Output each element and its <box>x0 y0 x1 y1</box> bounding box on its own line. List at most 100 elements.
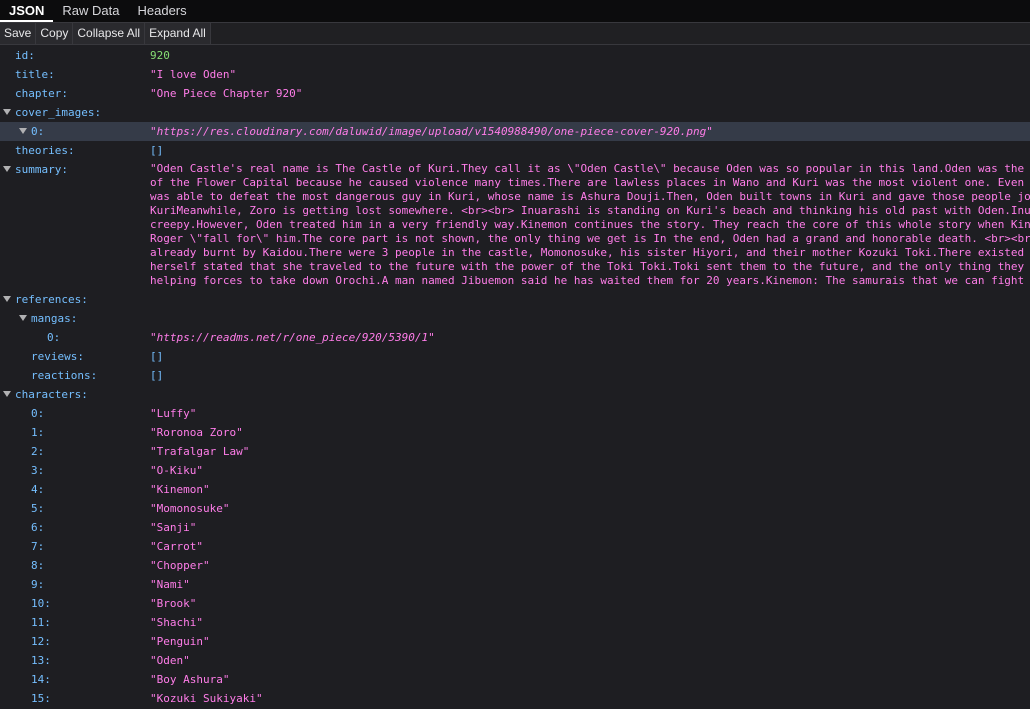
json-key: 0: <box>31 407 45 420</box>
json-key: 5: <box>31 502 45 515</box>
json-row-character[interactable]: 2: "Trafalgar Law" <box>0 442 1030 461</box>
json-key: 0: <box>31 125 45 138</box>
json-key: characters: <box>15 388 88 401</box>
json-value: "https://readms.net/r/one_piece/920/5390… <box>150 331 435 344</box>
json-row-reactions[interactable]: reactions: [] <box>0 366 1030 385</box>
summary-text-line: was able to defeat the most dangerous gu… <box>150 190 1030 203</box>
json-row-characters[interactable]: characters: <box>0 385 1030 404</box>
json-key: 11: <box>31 616 51 629</box>
json-row-character[interactable]: 12: "Penguin" <box>0 632 1030 651</box>
json-row-character[interactable]: 7: "Carrot" <box>0 537 1030 556</box>
expand-triangle-icon[interactable] <box>3 391 11 397</box>
json-key: title: <box>15 68 55 81</box>
expand-triangle-icon[interactable] <box>3 166 11 172</box>
json-row-cover-images[interactable]: cover_images: <box>0 103 1030 122</box>
json-value: "Kozuki Sukiyaki" <box>150 692 263 705</box>
json-key: 4: <box>31 483 45 496</box>
json-key: references: <box>15 293 88 306</box>
json-tree: id: 920 title: "I love Oden" chapter: "O… <box>0 46 1030 709</box>
copy-button[interactable]: Copy <box>36 23 74 44</box>
json-value: "Roronoa Zoro" <box>150 426 243 439</box>
json-key: 3: <box>31 464 45 477</box>
json-key: mangas: <box>31 312 78 325</box>
json-value: "Luffy" <box>150 407 197 420</box>
json-key: theories: <box>15 144 75 157</box>
viewer-tabs: JSON Raw Data Headers <box>0 0 1030 23</box>
json-row-character[interactable]: 6: "Sanji" <box>0 518 1030 537</box>
json-row-chapter[interactable]: chapter: "One Piece Chapter 920" <box>0 84 1030 103</box>
save-button[interactable]: Save <box>0 23 37 44</box>
json-value: [] <box>150 144 164 157</box>
summary-text-line: herself stated that she traveled to the … <box>150 260 1025 273</box>
json-key: 1: <box>31 426 45 439</box>
json-key: 6: <box>31 521 45 534</box>
json-row-character[interactable]: 4: "Kinemon" <box>0 480 1030 499</box>
json-value: "Brook" <box>150 597 197 610</box>
tab-headers[interactable]: Headers <box>128 0 195 22</box>
json-row-character[interactable]: 3: "O-Kiku" <box>0 461 1030 480</box>
json-row-reviews[interactable]: reviews: [] <box>0 347 1030 366</box>
json-value: "https://res.cloudinary.com/daluwid/imag… <box>150 125 713 138</box>
json-key: 8: <box>31 559 45 572</box>
json-value: "Nami" <box>150 578 190 591</box>
json-row-character[interactable]: 5: "Momonosuke" <box>0 499 1030 518</box>
summary-text-line: Roger \"fall for\" him.The core part is … <box>150 232 1030 245</box>
json-key: 0: <box>47 331 61 344</box>
summary-text-line: creepy.However, Oden treated him in a ve… <box>150 218 1030 231</box>
json-value: "I love Oden" <box>150 68 237 81</box>
json-key: 14: <box>31 673 51 686</box>
json-row-mangas[interactable]: mangas: <box>0 309 1030 328</box>
json-key: 15: <box>31 692 51 705</box>
json-row-character[interactable]: 1: "Roronoa Zoro" <box>0 423 1030 442</box>
json-value: "Boy Ashura" <box>150 673 230 686</box>
json-key: summary: <box>15 163 68 176</box>
json-row-character[interactable]: 10: "Brook" <box>0 594 1030 613</box>
json-row-theories[interactable]: theories: [] <box>0 141 1030 160</box>
json-row-character[interactable]: 11: "Shachi" <box>0 613 1030 632</box>
json-key: chapter: <box>15 87 68 100</box>
json-value: "Trafalgar Law" <box>150 445 250 458</box>
json-toolbar: Save Copy Collapse All Expand All <box>0 23 1030 45</box>
json-key: 9: <box>31 578 45 591</box>
json-row-character[interactable]: 14: "Boy Ashura" <box>0 670 1030 689</box>
json-key: 10: <box>31 597 51 610</box>
tab-json[interactable]: JSON <box>0 0 54 22</box>
json-value: [] <box>150 369 164 382</box>
json-value: "Shachi" <box>150 616 203 629</box>
json-key: 13: <box>31 654 51 667</box>
expand-triangle-icon[interactable] <box>3 296 11 302</box>
json-value: "Oden" <box>150 654 190 667</box>
json-row-character[interactable]: 9: "Nami" <box>0 575 1030 594</box>
json-value: "Sanji" <box>150 521 197 534</box>
json-value: [] <box>150 350 164 363</box>
collapse-all-button[interactable]: Collapse All <box>73 23 146 44</box>
summary-text-line: helping forces to take down Orochi.A man… <box>150 274 1025 287</box>
json-key: reviews: <box>31 350 84 363</box>
json-row-references[interactable]: references: <box>0 290 1030 309</box>
json-key: 2: <box>31 445 45 458</box>
json-row-cover-0[interactable]: 0: "https://res.cloudinary.com/daluwid/i… <box>0 122 1030 141</box>
json-row-title[interactable]: title: "I love Oden" <box>0 65 1030 84</box>
json-key: 12: <box>31 635 51 648</box>
json-key: reactions: <box>31 369 98 382</box>
json-row-character[interactable]: 13: "Oden" <box>0 651 1030 670</box>
json-key: 7: <box>31 540 45 553</box>
json-row-character[interactable]: 15: "Kozuki Sukiyaki" <box>0 689 1030 708</box>
json-row-manga-0[interactable]: 0: "https://readms.net/r/one_piece/920/5… <box>0 328 1030 347</box>
json-row-character[interactable]: 0: "Luffy" <box>0 404 1030 423</box>
tab-raw-data[interactable]: Raw Data <box>53 0 128 22</box>
json-value: "Kinemon" <box>150 483 210 496</box>
json-row-id[interactable]: id: 920 <box>0 46 1030 65</box>
json-row-summary[interactable]: summary: "Oden Castle's real name is The… <box>0 160 1030 290</box>
json-value: "Chopper" <box>150 559 210 572</box>
summary-text-line: KuriMeanwhile, Zoro is getting lost some… <box>150 204 1030 217</box>
expand-triangle-icon[interactable] <box>19 315 27 321</box>
expand-triangle-icon[interactable] <box>19 128 27 134</box>
json-value: "Penguin" <box>150 635 210 648</box>
summary-text-line: already burnt by Kaidou.There were 3 peo… <box>150 246 1025 259</box>
summary-text-line: "Oden Castle's real name is The Castle o… <box>150 162 1025 175</box>
expand-all-button[interactable]: Expand All <box>145 23 211 44</box>
summary-text-line: of the Flower Capital because he caused … <box>150 176 1025 189</box>
json-row-character[interactable]: 8: "Chopper" <box>0 556 1030 575</box>
expand-triangle-icon[interactable] <box>3 109 11 115</box>
